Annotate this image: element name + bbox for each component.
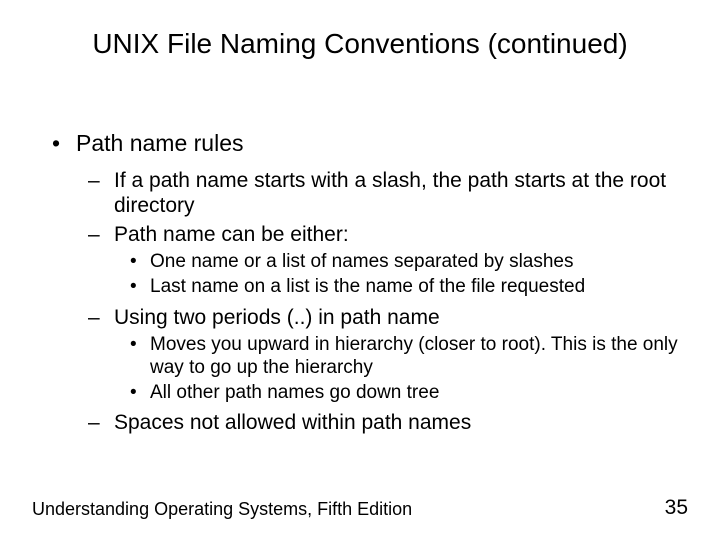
bullet-list-level2: If a path name starts with a slash, the … <box>76 168 678 436</box>
bullet-text: Using two periods (..) in path name <box>114 306 440 329</box>
slide-title: UNIX File Naming Conventions (continued) <box>0 28 720 60</box>
list-item: Last name on a list is the name of the f… <box>128 276 678 299</box>
slide-body: Path name rules If a path name starts wi… <box>48 130 678 442</box>
bullet-list-level3: Moves you upward in hierarchy (closer to… <box>114 334 678 404</box>
slide: UNIX File Naming Conventions (continued)… <box>0 0 720 540</box>
bullet-text: All other path names go down tree <box>150 382 439 403</box>
list-item: Path name rules If a path name starts wi… <box>48 130 678 436</box>
bullet-text: If a path name starts with a slash, the … <box>114 169 666 217</box>
list-item: Path name can be either: One name or a l… <box>86 222 678 299</box>
bullet-text: Last name on a list is the name of the f… <box>150 276 585 297</box>
bullet-text: Path name can be either: <box>114 223 349 246</box>
bullet-list-level3: One name or a list of names separated by… <box>114 251 678 299</box>
footer-page-number: 35 <box>665 496 688 520</box>
list-item: If a path name starts with a slash, the … <box>86 168 678 218</box>
list-item: All other path names go down tree <box>128 382 678 405</box>
list-item: One name or a list of names separated by… <box>128 251 678 274</box>
list-item: Using two periods (..) in path name Move… <box>86 305 678 405</box>
bullet-text: One name or a list of names separated by… <box>150 251 574 272</box>
footer-source: Understanding Operating Systems, Fifth E… <box>32 499 412 520</box>
list-item: Moves you upward in hierarchy (closer to… <box>128 334 678 380</box>
bullet-list-level1: Path name rules If a path name starts wi… <box>48 130 678 436</box>
bullet-text: Path name rules <box>76 130 243 156</box>
bullet-text: Spaces not allowed within path names <box>114 411 471 434</box>
bullet-text: Moves you upward in hierarchy (closer to… <box>150 334 678 378</box>
list-item: Spaces not allowed within path names <box>86 410 678 435</box>
